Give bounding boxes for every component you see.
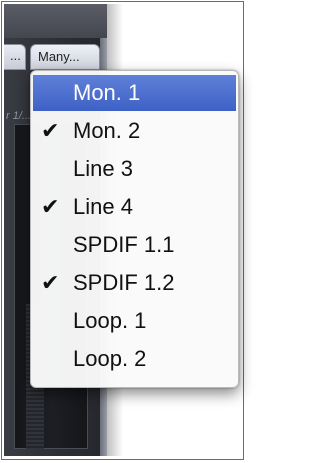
menu-item-line-3[interactable]: Line 3: [33, 151, 236, 187]
menu-item-label: Line 3: [73, 156, 133, 181]
menu-item-loop-2[interactable]: Loop. 2: [33, 341, 236, 377]
tab-previous-label: ...: [10, 48, 21, 63]
channel-sublabel: r 1/...: [6, 110, 32, 122]
menu-item-spdif-1-2[interactable]: ✔ SPDIF 1.2: [33, 265, 236, 301]
menu-item-label: SPDIF 1.1: [73, 232, 175, 257]
menu-item-label: Line 4: [73, 194, 133, 219]
menu-item-label: SPDIF 1.2: [73, 270, 175, 295]
tab-previous[interactable]: ...: [4, 44, 26, 70]
checkmark-icon: ✔: [41, 194, 60, 219]
menu-item-loop-1[interactable]: Loop. 1: [33, 303, 236, 339]
checkmark-icon: ✔: [41, 118, 60, 143]
menu-item-label: Loop. 1: [73, 308, 147, 333]
tab-many[interactable]: Many...: [30, 44, 100, 70]
menu-item-label: Mon. 2: [73, 118, 141, 143]
checkmark-icon: ✔: [41, 270, 60, 295]
menu-item-label: Mon. 1: [73, 80, 141, 105]
menu-item-label: Loop. 2: [73, 346, 147, 371]
menu-item-mon-1[interactable]: Mon. 1: [33, 75, 236, 111]
menu-item-line-4[interactable]: ✔ Line 4: [33, 189, 236, 225]
menu-item-mon-2[interactable]: ✔ Mon. 2: [33, 113, 236, 149]
input-source-menu: Mon. 1 ✔ Mon. 2 Line 3 ✔ Line 4 SPDIF 1.…: [30, 70, 239, 388]
window-header: [4, 4, 107, 38]
menu-item-spdif-1-1[interactable]: SPDIF 1.1: [33, 227, 236, 263]
